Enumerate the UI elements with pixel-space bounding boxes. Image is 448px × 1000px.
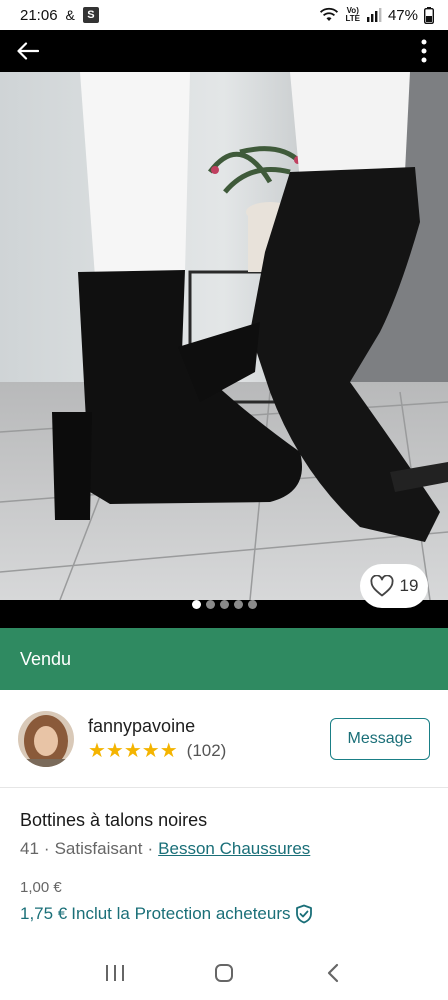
seller-avatar[interactable] — [18, 710, 74, 767]
seller-username[interactable]: fannypavoine — [88, 716, 226, 737]
sold-label: Vendu — [20, 648, 72, 669]
arrow-left-icon — [17, 42, 39, 60]
buyer-protection-link[interactable]: 1,75 € Inclut la Protection acheteurs — [20, 904, 430, 924]
meta-separator: · — [43, 839, 50, 858]
page-dot-active[interactable] — [191, 600, 201, 609]
item-price: 1,00 € — [20, 879, 62, 896]
shield-check-icon — [295, 904, 312, 924]
status-bar: 21:06 & S Vo) LTE 47% — [0, 0, 448, 30]
status-left: 21:06 & S — [20, 7, 99, 24]
system-back-button[interactable] — [313, 953, 353, 993]
item-condition: Satisfaisant — [54, 839, 143, 858]
status-amp: & — [65, 7, 75, 23]
item-details: Bottines à talons noires 41 · Satisfaisa… — [20, 810, 430, 924]
seller-info: fannypavoine ★★★★★ (102) — [88, 716, 226, 761]
more-options-button[interactable] — [414, 37, 434, 65]
page-dot[interactable] — [247, 600, 257, 609]
status-right: Vo) LTE 47% — [319, 6, 434, 24]
boots-photo-illustration — [0, 72, 448, 600]
home-button[interactable] — [204, 953, 244, 993]
signal-icon — [366, 8, 382, 22]
item-title: Bottines à talons noires — [20, 810, 208, 830]
seller-section: fannypavoine ★★★★★ (102) Message — [0, 690, 448, 788]
page-dot[interactable] — [233, 600, 243, 609]
message-button[interactable]: Message — [330, 717, 430, 760]
battery-level: 47% — [387, 6, 418, 24]
more-vertical-icon — [421, 39, 427, 63]
recent-apps-icon — [105, 965, 124, 981]
product-photo[interactable] — [0, 72, 448, 600]
s-badge-icon: S — [82, 7, 99, 23]
status-time: 21:06 — [20, 6, 58, 24]
page-dot[interactable] — [205, 600, 215, 609]
seller-rating[interactable]: ★★★★★ (102) — [88, 741, 226, 761]
like-count: 19 — [399, 576, 419, 595]
volte-icon: Vo) LTE — [345, 6, 360, 23]
photo-gallery[interactable]: 19 — [0, 30, 448, 628]
protection-text: Inclut la Protection acheteurs — [71, 904, 291, 923]
heart-icon — [370, 575, 394, 597]
total-price: 1,75 € — [20, 904, 68, 923]
battery-icon — [424, 6, 434, 24]
rating-count: (102) — [186, 741, 227, 760]
item-meta: 41 · Satisfaisant · Besson Chaussures — [20, 839, 430, 859]
wifi-icon — [320, 7, 339, 21]
recent-apps-button[interactable] — [95, 953, 135, 993]
photo-pagination — [0, 600, 448, 609]
home-icon — [214, 964, 233, 982]
avatar-illustration — [18, 710, 74, 767]
page-dot[interactable] — [219, 600, 229, 609]
system-nav-bar — [0, 946, 448, 1000]
rating-stars: ★★★★★ — [88, 740, 178, 762]
item-size: 41 — [20, 839, 39, 858]
meta-separator: · — [147, 839, 154, 858]
back-button[interactable] — [14, 37, 42, 65]
photo-toolbar — [0, 30, 448, 72]
sold-banner: Vendu — [0, 628, 448, 690]
item-brand-link[interactable]: Besson Chaussures — [158, 839, 310, 859]
chevron-left-icon — [328, 963, 339, 983]
